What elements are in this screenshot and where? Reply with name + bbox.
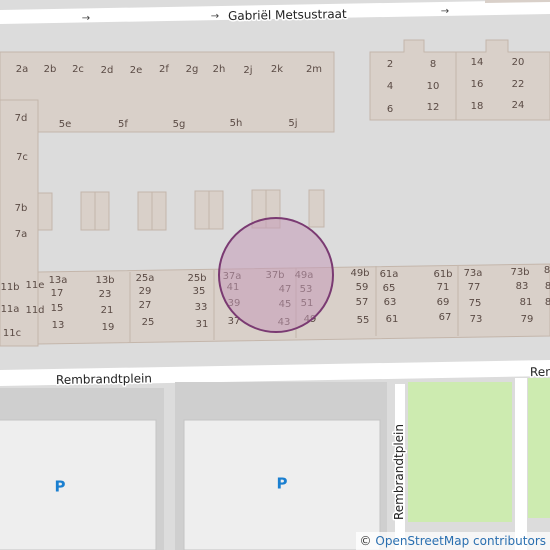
house-number: 79 [521, 314, 534, 325]
house-number: 25a [136, 273, 155, 284]
street-label-rembrandtplein-vertical: Rembrandtplein [392, 424, 406, 520]
house-number: 13 [52, 320, 65, 331]
oneway-arrow: → [441, 6, 449, 17]
house-number: 27 [139, 300, 152, 311]
house-number: 2e [130, 65, 143, 76]
house-number: 5g [173, 119, 186, 130]
house-number: 49b [350, 268, 369, 279]
house-number: 61a [380, 269, 399, 280]
house-number: 6 [387, 104, 393, 115]
house-number: 7b [15, 203, 28, 214]
house-number: 20 [512, 57, 525, 68]
building [308, 189, 325, 228]
house-number: 5j [288, 118, 297, 129]
house-number: 22 [512, 79, 525, 90]
house-number: 7d [15, 113, 28, 124]
house-number: 2f [159, 64, 169, 75]
house-number: 8 [544, 265, 550, 276]
house-number: 65 [383, 283, 396, 294]
house-number: 35 [193, 286, 206, 297]
street-label-gabriel-metsustraat: Gabriël Metsustraat [228, 7, 347, 23]
house-number: 29 [139, 286, 152, 297]
oneway-arrow: → [82, 13, 90, 24]
house-number: 21 [101, 305, 114, 316]
house-number: 2m [306, 64, 322, 75]
house-number: 61 [386, 314, 399, 325]
house-number: 25 [142, 317, 155, 328]
building [37, 192, 53, 231]
house-number: 5f [118, 119, 128, 130]
house-number: 77 [468, 282, 481, 293]
house-number: 16 [471, 79, 484, 90]
house-number: 12 [427, 102, 440, 113]
house-number: 5e [59, 119, 72, 130]
house-number: 57 [356, 297, 369, 308]
house-number: 63 [384, 297, 397, 308]
house-number: 73a [464, 268, 483, 279]
house-number: 8 [545, 297, 550, 308]
house-number: 71 [437, 282, 450, 293]
map-canvas[interactable]: Gabriël Metsustraat Gabriël Metsustraat … [0, 0, 550, 550]
house-number: 61b [433, 269, 452, 280]
house-number: 24 [512, 100, 525, 111]
house-number: 18 [471, 101, 484, 112]
house-number: 11c [3, 328, 21, 339]
house-number: 2j [243, 65, 252, 76]
copyright-symbol: © [359, 534, 372, 548]
house-number: 19 [102, 322, 115, 333]
house-number: 55 [357, 315, 370, 326]
location-highlight-circle[interactable] [218, 217, 334, 333]
street-label-rembrandtplein: Rembrandtplein [56, 371, 152, 387]
house-number: 7c [16, 152, 28, 163]
house-number: 14 [471, 57, 484, 68]
house-number: 11d [25, 305, 44, 316]
house-number: 31 [196, 319, 209, 330]
house-number: 2a [16, 64, 29, 75]
house-number: 5h [230, 118, 243, 129]
house-number: 13a [49, 275, 68, 286]
house-number: 23 [99, 289, 112, 300]
house-number: 69 [437, 297, 450, 308]
house-number: 2 [387, 59, 393, 70]
parking-symbol: P [277, 475, 288, 493]
grass-area-right [528, 378, 550, 518]
house-number: 2c [72, 64, 84, 75]
house-number: 4 [387, 81, 393, 92]
house-number: 73 [470, 314, 483, 325]
road-right-vertical [515, 378, 527, 550]
house-number: 10 [427, 81, 440, 92]
house-number: 2g [186, 64, 199, 75]
house-number: 67 [439, 312, 452, 323]
house-number: 8 [545, 281, 550, 292]
house-number: 33 [195, 302, 208, 313]
house-number: 2h [213, 64, 226, 75]
house-number: 75 [469, 298, 482, 309]
house-number: 2k [271, 64, 283, 75]
house-number: 13b [95, 275, 114, 286]
house-number: 73b [510, 267, 529, 278]
parking-lot-left [0, 419, 157, 550]
grass-areas [408, 378, 550, 522]
house-number: 8 [430, 59, 436, 70]
grass-area-left [408, 382, 512, 522]
house-number: 81 [520, 297, 533, 308]
oneway-arrow: → [211, 11, 219, 22]
parking-lots [0, 382, 387, 550]
house-number: 2d [101, 65, 114, 76]
house-number: 11b [0, 282, 19, 293]
house-number: 17 [51, 288, 64, 299]
house-number: 7a [15, 229, 28, 240]
map-attribution: © OpenStreetMap contributors [355, 532, 550, 550]
house-number: 59 [356, 282, 369, 293]
house-number: 2b [44, 64, 57, 75]
osm-attribution-link[interactable]: OpenStreetMap contributors [375, 534, 546, 548]
house-number: 83 [516, 281, 529, 292]
house-number: 11a [1, 304, 20, 315]
street-label-rembrandtplein-right: Rem [530, 365, 550, 379]
house-number: 25b [187, 273, 206, 284]
house-number: 11e [26, 280, 45, 291]
parking-symbol: P [55, 478, 66, 496]
house-number: 15 [51, 303, 64, 314]
